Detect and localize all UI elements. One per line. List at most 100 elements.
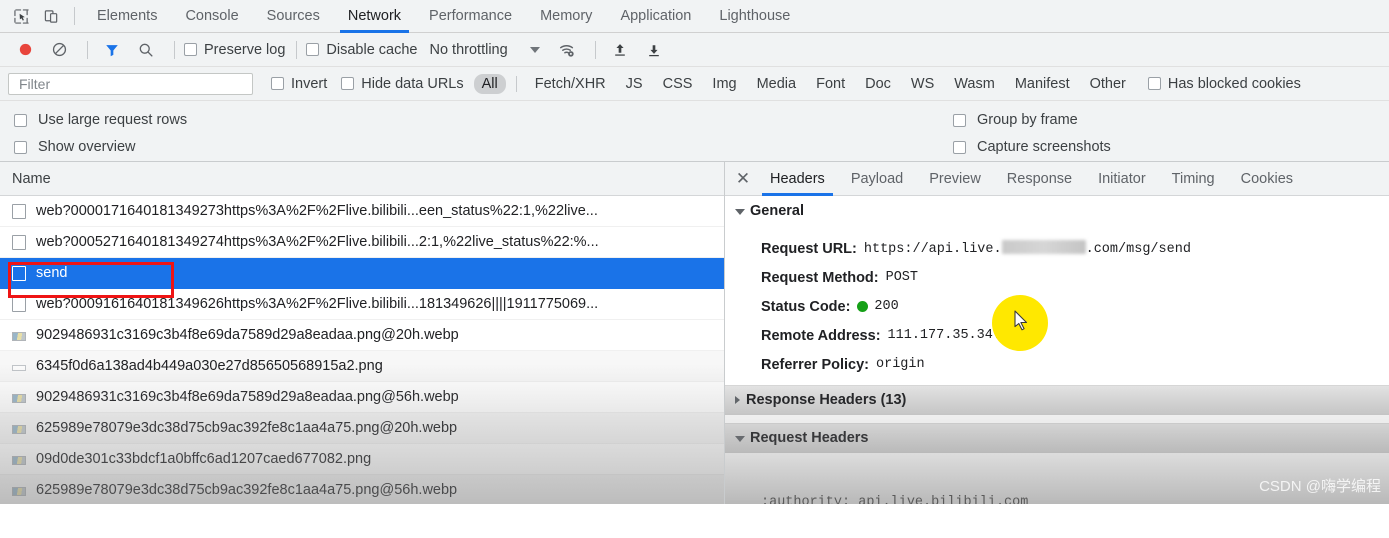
table-row[interactable]: 6345f0d6a138ad4b449a030e27d85650568915a2…	[0, 351, 724, 382]
redacted-domain-icon	[1001, 240, 1086, 254]
tab-application[interactable]: Application	[606, 0, 705, 33]
tab-payload[interactable]: Payload	[838, 162, 916, 196]
invert-checkbox[interactable]: Invert	[271, 76, 327, 92]
network-conditions-icon[interactable]	[552, 37, 582, 63]
chevron-down-icon	[735, 436, 745, 442]
chevron-down-icon[interactable]	[529, 46, 540, 53]
record-button-icon[interactable]	[10, 37, 40, 63]
tab-cookies[interactable]: Cookies	[1228, 162, 1306, 196]
filter-type-doc[interactable]: Doc	[857, 74, 899, 94]
hide-data-urls-checkbox[interactable]: Hide data URLs	[341, 76, 464, 92]
status-code-value: 200	[874, 299, 899, 314]
remote-address-row: Remote Address: 111.177.35.34:443	[761, 321, 1389, 350]
group-by-frame-box[interactable]	[953, 113, 966, 127]
devtools-panel-tabbar: Elements Console Sources Network Perform…	[0, 0, 1389, 33]
filter-input[interactable]	[17, 74, 244, 93]
hide-data-urls-box[interactable]	[341, 77, 355, 90]
tab-headers[interactable]: Headers	[757, 162, 838, 196]
throttling-select[interactable]: No throttling	[429, 42, 507, 58]
chevron-down-icon	[735, 209, 745, 215]
general-fields: Request URL: https://api.live. .com/msg/s…	[725, 226, 1389, 385]
tab-timing[interactable]: Timing	[1159, 162, 1228, 196]
filter-type-manifest[interactable]: Manifest	[1007, 74, 1078, 94]
table-row[interactable]: 9029486931c3169c3b4f8e69da7589d29a8eadaa…	[0, 382, 724, 413]
table-row[interactable]: 625989e78079e3dc38d75cb9ac392fe8c1aa4a75…	[0, 475, 724, 504]
filter-type-font[interactable]: Font	[808, 74, 853, 94]
tab-response[interactable]: Response	[994, 162, 1085, 196]
tab-performance[interactable]: Performance	[415, 0, 526, 33]
filter-type-css[interactable]: CSS	[655, 74, 701, 94]
network-settings-panel: Use large request rows Show overview Gro…	[0, 101, 1389, 162]
clear-icon[interactable]	[44, 37, 74, 63]
disable-cache-checkbox[interactable]: Disable cache	[306, 42, 417, 58]
has-blocked-cookies-box[interactable]	[1147, 77, 1161, 90]
watermark: CSDN @嗨学编程	[1259, 478, 1381, 495]
filter-type-media[interactable]: Media	[749, 74, 805, 94]
tab-initiator[interactable]: Initiator	[1085, 162, 1159, 196]
filter-type-wasm[interactable]: Wasm	[946, 74, 1003, 94]
request-header-partial-row: :authority: api.live.bilibili.com	[761, 495, 1029, 504]
filter-type-img[interactable]: Img	[704, 74, 744, 94]
filter-type-fetch-xhr[interactable]: Fetch/XHR	[527, 74, 614, 94]
tab-sources[interactable]: Sources	[253, 0, 334, 33]
filter-type-other[interactable]: Other	[1082, 74, 1134, 94]
export-har-icon[interactable]	[639, 37, 669, 63]
request-name: web?0009161640181349626https%3A%2F%2Fliv…	[36, 296, 599, 312]
capture-screenshots-label: Capture screenshots	[977, 139, 1111, 155]
response-headers-section-header[interactable]: Response Headers (13)	[725, 385, 1389, 415]
capture-screenshots-checkbox[interactable]: Capture screenshots	[953, 135, 1111, 159]
group-by-frame-checkbox[interactable]: Group by frame	[953, 108, 1111, 132]
device-toolbar-icon[interactable]	[36, 2, 66, 30]
remote-address-label: Remote Address:	[761, 327, 881, 344]
inspect-element-icon[interactable]	[6, 2, 36, 30]
tab-elements[interactable]: Elements	[83, 0, 171, 33]
show-overview-label: Show overview	[38, 139, 136, 155]
request-name: 09d0de301c33bdcf1a0bffc6ad1207caed677082…	[36, 451, 372, 467]
filter-input-wrapper[interactable]	[8, 72, 253, 95]
preserve-log-box[interactable]	[184, 43, 197, 56]
table-row[interactable]: 9029486931c3169c3b4f8e69da7589d29a8eadaa…	[0, 320, 724, 351]
tab-memory[interactable]: Memory	[526, 0, 606, 33]
tab-lighthouse[interactable]: Lighthouse	[705, 0, 804, 33]
disable-cache-box[interactable]	[306, 43, 320, 56]
close-icon[interactable]: ✕	[729, 165, 757, 193]
disable-cache-label: Disable cache	[326, 41, 418, 58]
image-icon	[12, 486, 26, 496]
network-split-view: Name web?0000171640181349273https%3A%2F%…	[0, 162, 1389, 504]
request-url-label: Request URL:	[761, 240, 857, 257]
table-row-selected[interactable]: send	[0, 258, 724, 289]
table-row[interactable]: web?0009161640181349626https%3A%2F%2Fliv…	[0, 289, 724, 320]
invert-box[interactable]	[271, 77, 284, 90]
request-name: 6345f0d6a138ad4b449a030e27d85650568915a2…	[36, 358, 383, 374]
use-large-request-rows-checkbox[interactable]: Use large request rows	[14, 108, 187, 132]
image-icon	[12, 455, 26, 465]
remote-address-value: 111.177.35.34:443	[887, 328, 1026, 343]
search-icon[interactable]	[131, 37, 161, 63]
filter-type-js[interactable]: JS	[618, 74, 651, 94]
table-row[interactable]: 625989e78079e3dc38d75cb9ac392fe8c1aa4a75…	[0, 413, 724, 444]
filter-type-all[interactable]: All	[473, 73, 506, 94]
has-blocked-cookies-checkbox[interactable]: Has blocked cookies	[1147, 76, 1301, 92]
import-har-icon[interactable]	[605, 37, 635, 63]
tab-network[interactable]: Network	[334, 0, 415, 33]
show-overview-box[interactable]	[14, 140, 27, 154]
status-code-label: Status Code:	[761, 298, 851, 315]
show-overview-checkbox[interactable]: Show overview	[14, 135, 187, 159]
table-row[interactable]: web?0000171640181349273https%3A%2F%2Fliv…	[0, 196, 724, 227]
request-name: 9029486931c3169c3b4f8e69da7589d29a8eadaa…	[36, 389, 459, 405]
filter-type-ws[interactable]: WS	[903, 74, 942, 94]
table-row[interactable]: 09d0de301c33bdcf1a0bffc6ad1207caed677082…	[0, 444, 724, 475]
request-url-value[interactable]: https://api.live. .com/msg/send	[864, 240, 1191, 257]
preserve-log-checkbox[interactable]: Preserve log	[184, 42, 285, 58]
tab-preview[interactable]: Preview	[916, 162, 994, 196]
filter-funnel-icon[interactable]	[97, 37, 127, 63]
capture-screenshots-box[interactable]	[953, 140, 966, 154]
request-headers-section-header[interactable]: Request Headers	[725, 423, 1389, 453]
request-list-column-header[interactable]: Name	[0, 162, 724, 196]
tab-console[interactable]: Console	[171, 0, 252, 33]
general-section-header[interactable]: General	[725, 196, 1389, 226]
use-large-request-rows-box[interactable]	[14, 113, 27, 127]
request-details-pane: ✕ Headers Payload Preview Response Initi…	[725, 162, 1389, 504]
request-name: send	[36, 265, 68, 281]
table-row[interactable]: web?0005271640181349274https%3A%2F%2Fliv…	[0, 227, 724, 258]
